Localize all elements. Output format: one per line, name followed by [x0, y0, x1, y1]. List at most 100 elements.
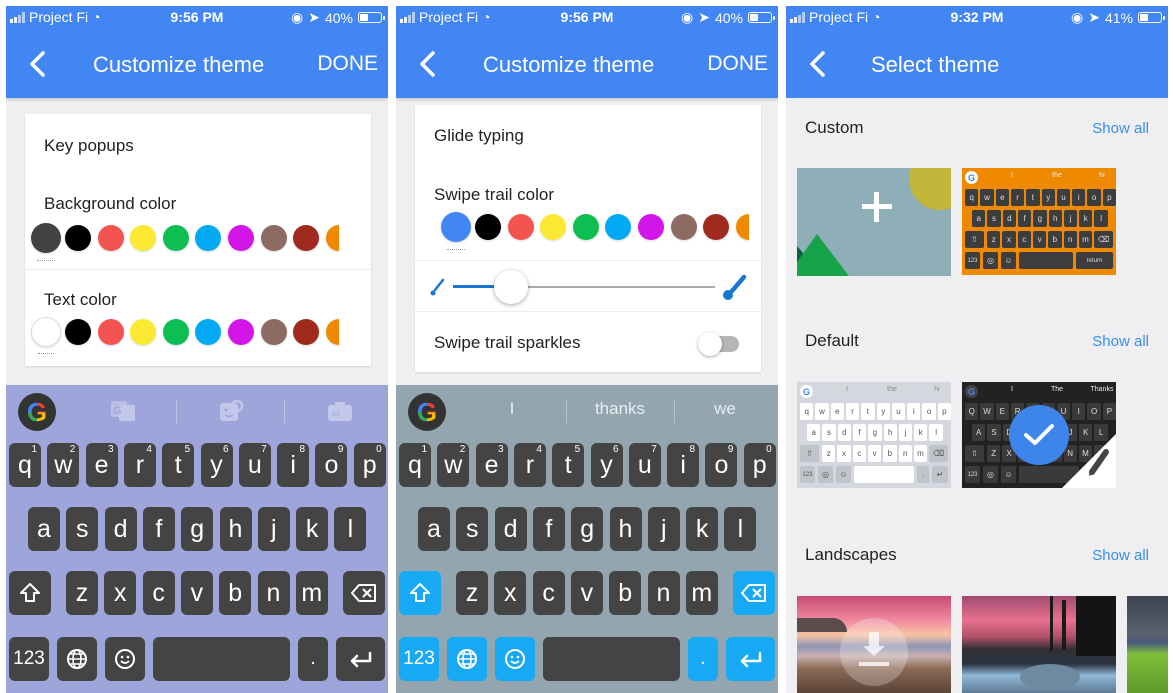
key-w[interactable]: w2	[47, 443, 80, 487]
back-icon[interactable]	[28, 50, 48, 78]
key-t[interactable]: t5	[162, 443, 195, 487]
key-v[interactable]: v	[570, 571, 603, 615]
key-t[interactable]: t5	[552, 443, 585, 487]
color-swatch[interactable]	[130, 225, 157, 251]
dark-theme-thumb[interactable]: GITheThanksQWERTYUIOPASDFGHJKL⇧ZXCVBNM⌫1…	[962, 382, 1116, 488]
key-v[interactable]: v	[180, 571, 213, 615]
color-swatch[interactable]	[65, 319, 91, 345]
color-swatch[interactable]	[31, 317, 61, 354]
key-g[interactable]: g	[181, 507, 214, 551]
color-swatch[interactable]	[195, 319, 222, 345]
emoji-key[interactable]	[105, 637, 145, 681]
key-n[interactable]: n	[257, 571, 290, 615]
key-x[interactable]: x	[104, 571, 137, 615]
color-swatch[interactable]	[293, 225, 320, 251]
key-w[interactable]: w2	[437, 443, 470, 487]
show-all-landscapes-link[interactable]: Show all	[1092, 547, 1149, 564]
key-s[interactable]: s	[66, 507, 99, 551]
key-g[interactable]: g	[571, 507, 604, 551]
key-m[interactable]: m	[685, 571, 718, 615]
gif-sticker-search-icon[interactable]	[219, 399, 245, 423]
color-swatch[interactable]	[572, 214, 599, 240]
color-swatch[interactable]	[670, 214, 697, 240]
key-e[interactable]: e3	[85, 443, 118, 487]
key-l[interactable]: l	[334, 507, 367, 551]
key-y[interactable]: y6	[200, 443, 233, 487]
orange-theme-thumb[interactable]: G Ithe hi q w e r t y u i o p a s d f g h j k l ⇧ z x c v b n m ⌫ 123 ◎ ☺…	[962, 168, 1116, 275]
language-key[interactable]	[57, 637, 97, 681]
color-swatch[interactable]	[227, 319, 254, 345]
download-badge[interactable]	[840, 618, 908, 686]
enter-key[interactable]	[726, 637, 775, 681]
color-swatch[interactable]	[325, 319, 339, 345]
trail-width-slider[interactable]	[453, 267, 715, 307]
key-p[interactable]: p0	[743, 443, 776, 487]
key-z[interactable]: z	[66, 571, 98, 615]
color-swatch[interactable]	[325, 225, 339, 251]
key-e[interactable]: e3	[475, 443, 508, 487]
light-theme-thumb[interactable]: G Ithe hi q w e r t y u i o p a s d f g h j k l ⇧ z x c v b n m ⌫ 123 ◎ ☺…	[797, 382, 951, 488]
key-h[interactable]: h	[609, 507, 642, 551]
color-swatch[interactable]	[65, 225, 91, 251]
color-swatch[interactable]	[162, 225, 189, 251]
key-u[interactable]: u7	[238, 443, 271, 487]
key-b[interactable]: b	[609, 571, 642, 615]
key-j[interactable]: j	[647, 507, 680, 551]
key-a[interactable]: a	[28, 507, 60, 551]
key-x[interactable]: x	[494, 571, 527, 615]
key-h[interactable]: h	[219, 507, 252, 551]
color-swatch[interactable]	[130, 319, 157, 345]
key-c[interactable]: c	[532, 571, 565, 615]
suggestion[interactable]: thanks	[566, 399, 674, 419]
key-p[interactable]: p0	[353, 443, 386, 487]
key-o[interactable]: o9	[705, 443, 738, 487]
backspace-key[interactable]	[343, 571, 385, 615]
key-d[interactable]: d	[494, 507, 527, 551]
key-k[interactable]: k	[686, 507, 719, 551]
period-key[interactable]: .	[688, 637, 718, 681]
language-key[interactable]	[447, 637, 487, 681]
color-swatch[interactable]	[195, 225, 222, 251]
camera-infinity-icon[interactable]: ∞	[327, 399, 353, 423]
key-m[interactable]: m	[295, 571, 328, 615]
color-swatch[interactable]	[507, 214, 534, 240]
key-j[interactable]: j	[257, 507, 290, 551]
color-swatch[interactable]	[605, 214, 632, 240]
color-swatch[interactable]	[735, 214, 749, 240]
key-f[interactable]: f	[142, 507, 175, 551]
space-key[interactable]	[543, 637, 680, 681]
suggestion[interactable]: we	[671, 399, 778, 419]
key-b[interactable]: b	[219, 571, 252, 615]
key-u[interactable]: u7	[628, 443, 661, 487]
key-r[interactable]: r4	[513, 443, 546, 487]
frozen-waterfall-thumb[interactable]	[962, 596, 1116, 693]
period-key[interactable]: .	[298, 637, 328, 681]
color-swatch[interactable]	[441, 212, 471, 250]
back-icon[interactable]	[418, 50, 438, 78]
translate-icon[interactable]: G	[110, 399, 136, 423]
slider-thumb[interactable]	[494, 270, 529, 304]
edit-theme-corner[interactable]	[1062, 434, 1116, 488]
key-d[interactable]: d	[104, 507, 137, 551]
color-swatch[interactable]	[97, 319, 124, 345]
color-swatch[interactable]	[293, 319, 320, 345]
numbers-key[interactable]: 123	[9, 637, 49, 681]
show-all-custom-link[interactable]: Show all	[1092, 120, 1149, 137]
key-n[interactable]: n	[647, 571, 680, 615]
key-i[interactable]: i8	[277, 443, 310, 487]
key-q[interactable]: q1	[9, 443, 41, 487]
google-g-icon[interactable]: G	[18, 393, 56, 431]
color-swatch[interactable]	[31, 223, 61, 261]
sparkles-toggle[interactable]	[698, 332, 739, 356]
numbers-key[interactable]: 123	[399, 637, 439, 681]
show-all-default-link[interactable]: Show all	[1092, 333, 1149, 350]
key-s[interactable]: s	[456, 507, 489, 551]
key-i[interactable]: i8	[667, 443, 700, 487]
key-f[interactable]: f	[532, 507, 565, 551]
backspace-key[interactable]	[733, 571, 775, 615]
key-y[interactable]: y6	[590, 443, 623, 487]
back-icon[interactable]	[808, 50, 828, 78]
color-swatch[interactable]	[227, 225, 254, 251]
key-o[interactable]: o9	[315, 443, 348, 487]
google-g-icon[interactable]: G	[408, 393, 446, 431]
